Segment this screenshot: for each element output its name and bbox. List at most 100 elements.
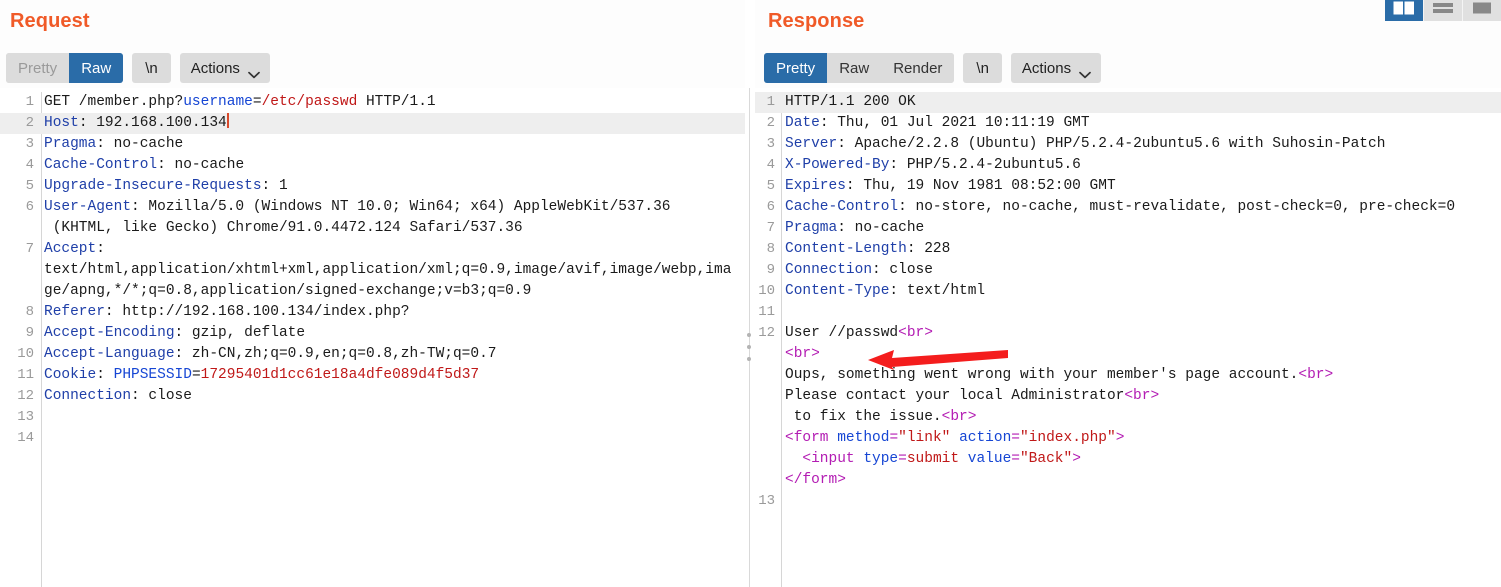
line-number: 8 xyxy=(766,241,775,257)
code-line: (KHTML, like Gecko) Chrome/91.0.4472.124… xyxy=(0,218,745,239)
code-token: "link" xyxy=(898,430,951,446)
code-token: : gzip, deflate xyxy=(174,325,306,341)
code-token: "index.php" xyxy=(1019,430,1116,446)
splitter-drag-handle[interactable] xyxy=(747,333,752,361)
code-token: = xyxy=(252,94,262,110)
code-line: 11 xyxy=(755,302,1501,323)
code-line: 6 User-Agent: Mozilla/5.0 (Windows NT 10.… xyxy=(0,197,745,218)
request-view-mode-group: Pretty Raw xyxy=(6,53,124,83)
line-number: 5 xyxy=(25,178,34,194)
code-token: = xyxy=(191,367,201,383)
code-token: Accept-Language xyxy=(44,346,175,362)
code-token: Content-Length xyxy=(785,241,907,257)
code-line: 5 Expires: Thu, 19 Nov 1981 08:52:00 GMT xyxy=(755,176,1501,197)
code-token: : close xyxy=(131,388,192,404)
code-token: <br> xyxy=(898,325,933,341)
request-tab-raw[interactable]: Raw xyxy=(69,53,124,83)
code-line: 5 Upgrade-Insecure-Requests: 1 xyxy=(0,176,745,197)
code-token: Pragma xyxy=(785,220,838,236)
code-line: 6 Cache-Control: no-store, no-cache, must… xyxy=(755,197,1501,218)
line-number: 11 xyxy=(758,304,775,320)
line-text: Accept-Language: zh-CN,zh;q=0.9,en;q=0.8… xyxy=(34,344,745,365)
line-number: 1 xyxy=(25,94,34,110)
code-line: text/html,application/xhtml+xml,applicat… xyxy=(0,260,745,281)
code-token: : Thu, 01 Jul 2021 10:11:19 GMT xyxy=(819,115,1090,131)
code-line: 7 Pragma: no-cache xyxy=(755,218,1501,239)
stacked-layout-button[interactable] xyxy=(1424,0,1463,21)
code-line: Oups, something went wrong with your mem… xyxy=(755,365,1501,386)
request-code-area[interactable]: 1 GET /member.php?username=/etc/passwd HT… xyxy=(0,92,745,587)
code-line: 13 xyxy=(0,407,745,428)
response-actions-button[interactable]: Actions xyxy=(1010,53,1102,83)
code-token: Content-Type xyxy=(785,283,890,299)
line-text: Host: 192.168.100.134 xyxy=(34,113,745,134)
code-token: = xyxy=(1011,451,1020,467)
line-text: Connection: close xyxy=(775,260,1501,281)
line-text: Upgrade-Insecure-Requests: 1 xyxy=(34,176,745,197)
text-cursor xyxy=(226,113,229,128)
code-token: Accept-Encoding xyxy=(44,325,175,341)
request-tab-pretty[interactable]: Pretty xyxy=(6,53,70,83)
line-number: 6 xyxy=(25,199,34,215)
line-text: Pragma: no-cache xyxy=(775,218,1501,239)
code-token: <form xyxy=(785,430,838,446)
code-line: 14 xyxy=(0,428,745,449)
code-line: 1 GET /member.php?username=/etc/passwd HT… xyxy=(0,92,745,113)
code-token: to fix the issue. xyxy=(785,409,942,425)
line-number: 3 xyxy=(766,136,775,152)
code-token: Cookie xyxy=(44,367,97,383)
response-tab-pretty[interactable]: Pretty xyxy=(764,53,828,83)
line-number: 8 xyxy=(25,304,34,320)
code-token: Cache-Control xyxy=(44,157,158,173)
side-by-side-layout-button[interactable] xyxy=(1385,0,1424,21)
line-text: <br> xyxy=(775,344,1501,365)
code-token: = xyxy=(1011,430,1020,446)
line-number: 7 xyxy=(766,220,775,236)
code-token: > xyxy=(1115,430,1125,446)
code-token: : no-cache xyxy=(837,220,925,236)
line-number: 11 xyxy=(17,367,34,383)
line-number: 12 xyxy=(758,325,775,341)
code-line: 9 Connection: close xyxy=(755,260,1501,281)
pane-splitter[interactable] xyxy=(745,0,755,587)
line-text: Accept: xyxy=(34,239,745,260)
code-token: : PHP/5.2.4-2ubuntu5.6 xyxy=(889,157,1081,173)
code-line: to fix the issue.<br> xyxy=(755,407,1501,428)
response-code-area[interactable]: 1 HTTP/1.1 200 OK 2 Date: Thu, 01 Jul 2021 … xyxy=(755,92,1501,587)
code-line: 3 Server: Apache/2.2.8 (Ubuntu) PHP/5.2.4… xyxy=(755,134,1501,155)
request-newline-button[interactable]: \n xyxy=(132,53,171,83)
code-line: Please contact your local Administrator<… xyxy=(755,386,1501,407)
code-line: 2 Date: Thu, 01 Jul 2021 10:11:19 GMT xyxy=(755,113,1501,134)
code-token: Server xyxy=(785,136,838,152)
code-token: "Back" xyxy=(1019,451,1073,467)
request-line-list: 1 GET /member.php?username=/etc/passwd HT… xyxy=(0,92,745,449)
line-number: 12 xyxy=(17,388,34,404)
line-text: Cookie: PHPSESSID=17295401d1cc61e18a4dfe… xyxy=(34,365,745,386)
line-text: text/html,application/xhtml+xml,applicat… xyxy=(34,260,745,281)
code-token: : 192.168.100.134 xyxy=(78,115,227,131)
code-line: <input type=submit value="Back"> xyxy=(755,449,1501,470)
code-token: <input xyxy=(785,451,864,467)
code-token: X-Powered-By xyxy=(785,157,890,173)
response-newline-button[interactable]: \n xyxy=(963,53,1002,83)
line-text: Content-Length: 228 xyxy=(775,239,1501,260)
code-line: 12 Connection: close xyxy=(0,386,745,407)
line-text: GET /member.php?username=/etc/passwd HTT… xyxy=(34,92,745,113)
response-tab-render[interactable]: Render xyxy=(881,53,955,83)
request-actions-button[interactable]: Actions xyxy=(179,53,270,83)
response-line-list: 1 HTTP/1.1 200 OK 2 Date: Thu, 01 Jul 2021 … xyxy=(755,92,1501,512)
code-line: 9 Accept-Encoding: gzip, deflate xyxy=(0,323,745,344)
request-actions-label: Actions xyxy=(190,59,240,77)
line-text: Oups, something went wrong with your mem… xyxy=(775,365,1501,386)
line-text: Date: Thu, 01 Jul 2021 10:11:19 GMT xyxy=(775,113,1501,134)
code-line: 7 Accept: xyxy=(0,239,745,260)
code-line: 10 Content-Type: text/html xyxy=(755,281,1501,302)
response-tab-raw[interactable]: Raw xyxy=(827,53,882,83)
line-text: Cache-Control: no-store, no-cache, must-… xyxy=(775,197,1501,218)
single-pane-layout-button[interactable] xyxy=(1463,0,1501,21)
code-token: : Thu, 19 Nov 1981 08:52:00 GMT xyxy=(845,178,1116,194)
code-line: 3 Pragma: no-cache xyxy=(0,134,745,155)
line-number: 9 xyxy=(766,262,775,278)
code-token: GET /member.php? xyxy=(44,94,184,110)
